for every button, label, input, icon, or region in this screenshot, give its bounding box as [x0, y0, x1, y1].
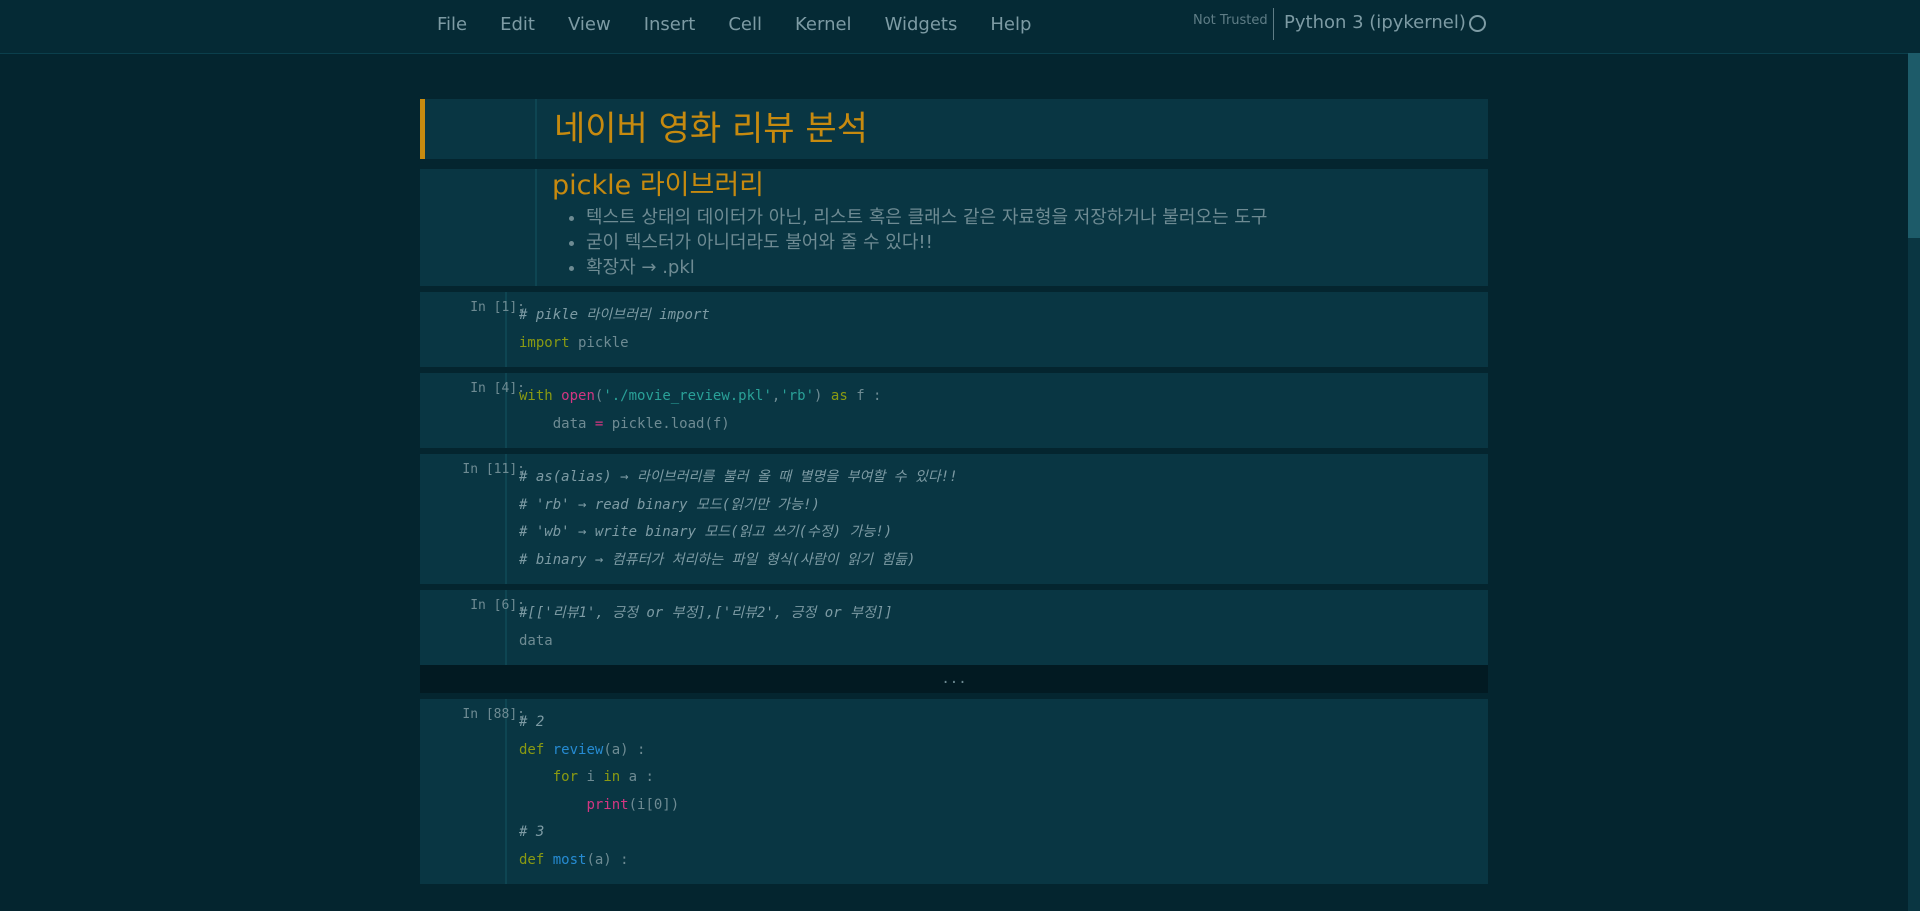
code-text: f : — [847, 388, 882, 404]
code-cell-functions[interactable]: In [88]: # 2 def review(a) : for i in a … — [420, 699, 1488, 884]
code-line: import pickle — [519, 330, 1476, 358]
code-line: # 3 — [519, 824, 545, 840]
code-text: a : — [620, 769, 654, 785]
code-cell-comments[interactable]: In [11]: # as(alias) → 라이브러리를 불러 올 때 별명을… — [420, 454, 1488, 584]
function-name: review — [544, 741, 604, 758]
function-name: most — [544, 851, 587, 868]
menu-help[interactable]: Help — [990, 14, 1031, 35]
code-text: pickle — [569, 334, 629, 351]
keyword: in — [603, 769, 621, 785]
builtin: print — [586, 796, 629, 813]
markdown-cell-title[interactable]: 네이버 영화 리뷰 분석 — [420, 99, 1488, 159]
code-line: # as(alias) → 라이브러리를 불러 올 때 별명을 부여할 수 있다… — [519, 469, 958, 485]
code-line: # pikle 라이브러리 import — [519, 307, 710, 323]
code-editor[interactable]: #[['리뷰1', 긍정 or 부정],['리뷰2', 긍정 or 부정]] d… — [505, 590, 1488, 665]
code-line: # binary → 컴퓨터가 처리하는 파일 형식(사람이 읽기 힘듦) — [519, 551, 916, 568]
menu-edit[interactable]: Edit — [500, 14, 535, 35]
code-line: def most(a) : — [519, 847, 1476, 875]
prompt-area — [420, 169, 535, 286]
code-editor[interactable]: # pikle 라이브러리 import import pickle — [505, 292, 1488, 367]
kernel-idle-icon — [1469, 15, 1486, 32]
trust-indicator[interactable]: Not Trusted — [1193, 13, 1268, 28]
code-line: with open('./movie_review.pkl','rb') as … — [519, 383, 1476, 411]
list-item: 확장자 → .pkl — [586, 255, 1473, 280]
input-prompt: In [11]: — [462, 462, 525, 477]
code-line: for i in a : — [519, 764, 1476, 792]
section-heading: pickle 라이브러리 — [552, 170, 765, 201]
code-editor[interactable]: with open('./movie_review.pkl','rb') as … — [505, 373, 1488, 448]
input-prompt: In [88]: — [462, 707, 525, 722]
prompt-area: In [1]: — [420, 292, 535, 367]
code-text: pickle.load(f) — [603, 415, 730, 432]
keyword: as — [830, 388, 848, 404]
string: './movie_review.pkl' — [603, 388, 772, 404]
code-line: # 'wb' → write binary 모드(읽고 쓰기(수정) 가능!) — [519, 524, 893, 540]
builtin: open — [561, 388, 595, 404]
input-prompt: In [4]: — [470, 381, 525, 396]
menu-view[interactable]: View — [568, 14, 611, 35]
input-prompt: In [6]: — [470, 598, 525, 613]
code-line: #[['리뷰1', 긍정 or 부정],['리뷰2', 긍정 or 부정]] — [519, 605, 893, 621]
markdown-cell-pickle[interactable]: pickle 라이브러리 텍스트 상태의 데이터가 아닌, 리스트 혹은 클래스… — [420, 169, 1488, 286]
code-cell-import[interactable]: In [1]: # pikle 라이브러리 import import pick… — [420, 292, 1488, 367]
prompt-area: In [11]: — [420, 454, 535, 584]
menu-widgets[interactable]: Widgets — [885, 14, 958, 35]
list-item: 굳이 텍스터가 아니더라도 불어와 줄 수 있다!! — [586, 230, 1473, 255]
code-line: data = pickle.load(f) — [519, 411, 1476, 439]
code-editor[interactable]: # as(alias) → 라이브러리를 불러 올 때 별명을 부여할 수 있다… — [505, 454, 1488, 584]
kernel-separator — [1273, 8, 1274, 40]
prompt-area: In [6]: — [420, 590, 535, 665]
cell-content[interactable]: 네이버 영화 리뷰 분석 — [535, 99, 1488, 159]
list-item: 텍스트 상태의 데이터가 아닌, 리스트 혹은 클래스 같은 자료형을 저장하거… — [586, 205, 1473, 230]
menubar: File Edit View Insert Cell Kernel Widget… — [0, 0, 1920, 54]
bullet-list: 텍스트 상태의 데이터가 아닌, 리스트 혹은 클래스 같은 자료형을 저장하거… — [552, 205, 1473, 286]
code-line: # 'rb' → read binary 모드(읽기만 가능!) — [519, 496, 820, 513]
code-line: # 2 — [519, 714, 545, 730]
notebook-container: 네이버 영화 리뷰 분석 pickle 라이브러리 텍스트 상태의 데이터가 아… — [420, 99, 1488, 890]
code-line: def review(a) : — [519, 737, 1476, 765]
code-text: (a) : — [603, 741, 646, 758]
input-prompt: In [1]: — [470, 300, 525, 315]
code-line: data — [519, 632, 553, 649]
code-text: i — [578, 769, 604, 785]
collapsed-output[interactable]: ... — [420, 665, 1488, 693]
menu-cell[interactable]: Cell — [728, 14, 762, 35]
keyword: for — [552, 769, 579, 785]
kernel-name[interactable]: Python 3 (ipykernel) — [1284, 12, 1466, 33]
menu-kernel[interactable]: Kernel — [795, 14, 852, 35]
prompt-area: In [4]: — [420, 373, 535, 448]
main-menu: File Edit View Insert Cell Kernel Widget… — [437, 14, 1064, 35]
code-text: (a) : — [586, 851, 629, 868]
code-cell-load[interactable]: In [4]: with open('./movie_review.pkl','… — [420, 373, 1488, 448]
menu-file[interactable]: File — [437, 14, 467, 35]
code-line: print(i[0]) — [519, 792, 1476, 820]
menu-insert[interactable]: Insert — [644, 14, 696, 35]
cell-content[interactable]: pickle 라이브러리 텍스트 상태의 데이터가 아닌, 리스트 혹은 클래스… — [535, 169, 1488, 286]
notebook-title: 네이버 영화 리뷰 분석 — [554, 109, 868, 149]
string: 'rb' — [780, 388, 815, 404]
code-cell-data[interactable]: In [6]: #[['리뷰1', 긍정 or 부정],['리뷰2', 긍정 o… — [420, 590, 1488, 665]
code-editor[interactable]: # 2 def review(a) : for i in a : print(i… — [505, 699, 1488, 884]
prompt-area: In [88]: — [420, 699, 535, 884]
code-text: ) — [814, 388, 831, 404]
code-text: (i[0]) — [628, 796, 680, 813]
scrollbar-thumb[interactable] — [1908, 53, 1920, 238]
prompt-area — [425, 99, 540, 159]
